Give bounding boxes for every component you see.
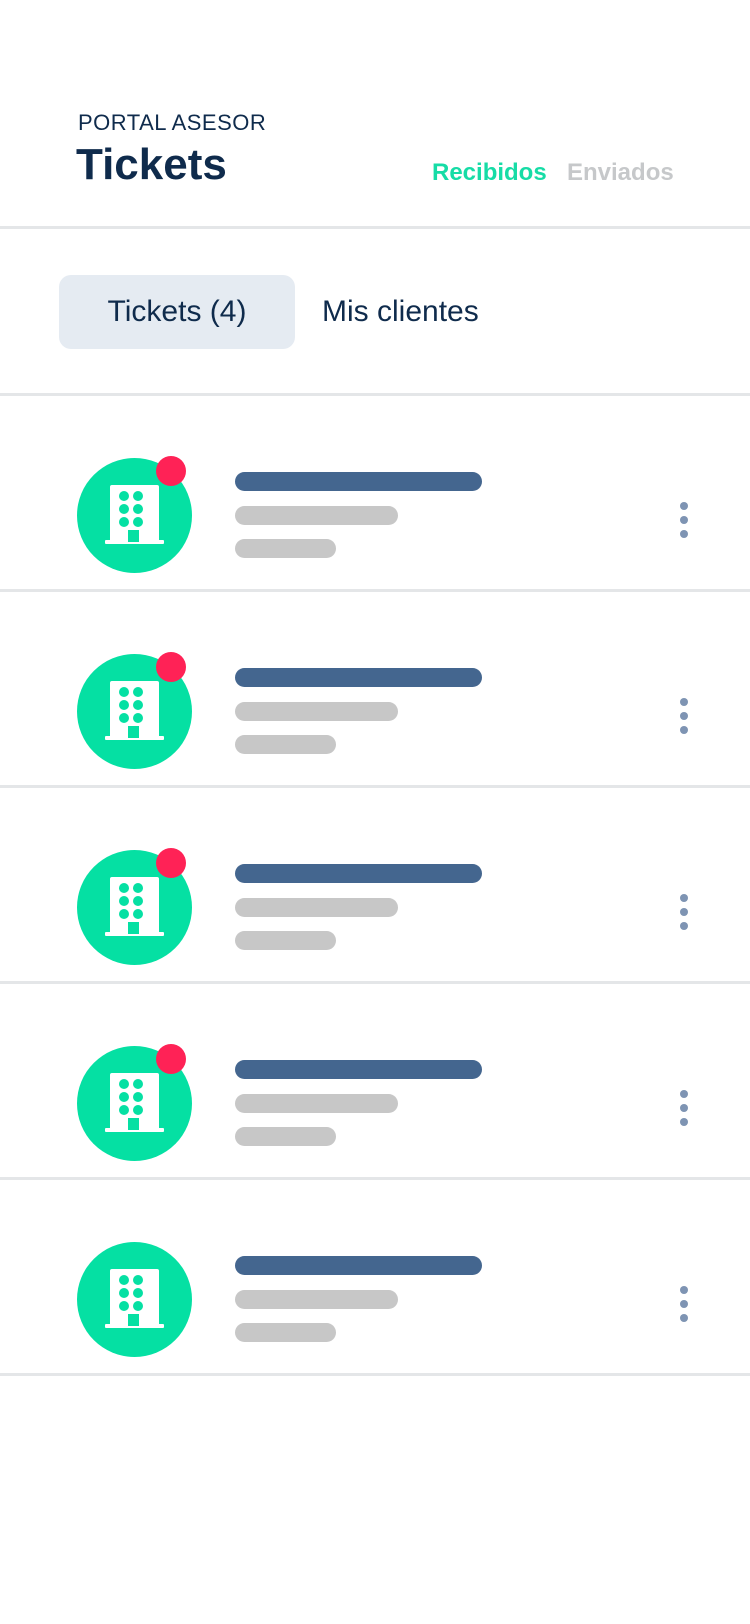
list-item[interactable] bbox=[0, 984, 750, 1180]
more-options-icon[interactable] bbox=[672, 892, 696, 932]
segment-sent[interactable]: Enviados bbox=[567, 159, 674, 187]
list-item[interactable] bbox=[0, 1180, 750, 1376]
more-options-icon[interactable] bbox=[672, 1088, 696, 1128]
more-options-icon[interactable] bbox=[672, 500, 696, 540]
skeleton-subtitle bbox=[235, 506, 398, 525]
avatar bbox=[77, 1242, 192, 1357]
subnav: Tickets (4) Mis clientes bbox=[0, 229, 750, 396]
more-options-icon[interactable] bbox=[672, 1284, 696, 1324]
app: PORTAL ASESOR Tickets Recibidos Enviados… bbox=[0, 0, 750, 1624]
tab-clients[interactable]: Mis clientes bbox=[322, 275, 522, 349]
unread-badge bbox=[156, 652, 186, 682]
ticket-list bbox=[0, 396, 750, 1376]
portal-label: PORTAL ASESOR bbox=[78, 110, 267, 135]
skeleton-meta bbox=[235, 1127, 336, 1146]
unread-badge bbox=[156, 456, 186, 486]
skeleton-title bbox=[235, 864, 482, 883]
skeleton-subtitle bbox=[235, 702, 398, 721]
list-item[interactable] bbox=[0, 592, 750, 788]
list-item[interactable] bbox=[0, 788, 750, 984]
skeleton-title bbox=[235, 472, 482, 491]
skeleton-title bbox=[235, 1256, 482, 1275]
more-options-icon[interactable] bbox=[672, 696, 696, 736]
skeleton-title bbox=[235, 668, 482, 687]
skeleton-meta bbox=[235, 931, 336, 950]
page-title: Tickets bbox=[76, 140, 227, 189]
tab-tickets[interactable]: Tickets (4) bbox=[59, 275, 295, 349]
segment-received[interactable]: Recibidos bbox=[432, 159, 547, 187]
list-item[interactable] bbox=[0, 396, 750, 592]
skeleton-meta bbox=[235, 1323, 336, 1342]
skeleton-subtitle bbox=[235, 1094, 398, 1113]
skeleton-subtitle bbox=[235, 898, 398, 917]
unread-badge bbox=[156, 1044, 186, 1074]
building-icon bbox=[105, 1269, 164, 1328]
header: PORTAL ASESOR Tickets Recibidos Enviados bbox=[0, 0, 750, 229]
unread-badge bbox=[156, 848, 186, 878]
skeleton-title bbox=[235, 1060, 482, 1079]
skeleton-meta bbox=[235, 539, 336, 558]
skeleton-meta bbox=[235, 735, 336, 754]
skeleton-subtitle bbox=[235, 1290, 398, 1309]
